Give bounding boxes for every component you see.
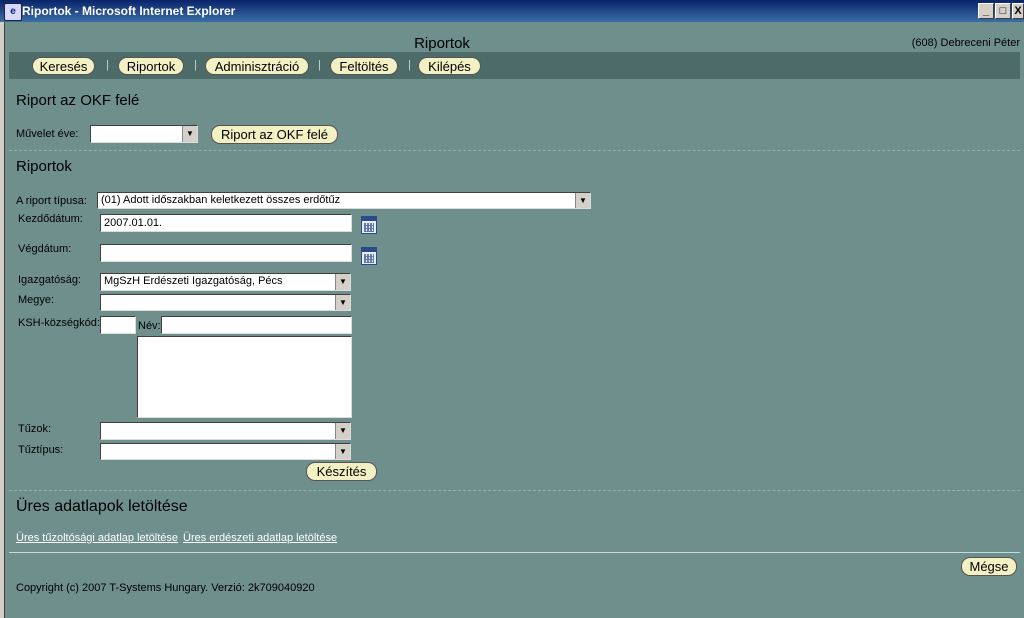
directorate-label: Igazgatóság: — [18, 274, 81, 286]
chevron-down-icon: ▼ — [335, 295, 350, 310]
chevron-down-icon: ▼ — [335, 274, 350, 290]
okf-report-button[interactable]: Riport az OKF felé — [211, 125, 338, 144]
ksh-label: KSH-községkód: — [18, 317, 100, 329]
minimize-button[interactable]: _ — [978, 3, 994, 19]
chevron-down-icon: ▼ — [335, 444, 350, 459]
fire-type-select[interactable]: ▼ — [100, 443, 351, 460]
nav-separator: | — [318, 59, 321, 71]
chevron-down-icon: ▼ — [335, 423, 350, 439]
directorate-value: MgSzH Erdészeti Igazgatóság, Pécs — [104, 275, 283, 287]
window-title-bar: e Riportok - Microsoft Internet Explorer… — [0, 0, 1024, 22]
county-select[interactable]: ▼ — [100, 294, 351, 311]
end-date-label: Végdátum: — [18, 243, 72, 255]
ie-icon: e — [4, 3, 22, 21]
county-label: Megye: — [18, 294, 55, 306]
fire-cause-select[interactable]: ▼ — [100, 422, 351, 440]
end-date-input[interactable] — [100, 244, 352, 262]
nav-kereses[interactable]: Keresés — [32, 57, 95, 75]
nav-separator: | — [408, 59, 411, 71]
calendar-icon[interactable] — [361, 247, 377, 265]
nav-separator: | — [194, 59, 197, 71]
divider — [9, 150, 1020, 151]
copyright: Copyright (c) 2007 T-Systems Hungary. Ve… — [16, 582, 315, 594]
blank-forms-heading: Üres adatlapok letöltése — [16, 498, 188, 515]
chevron-down-icon: ▼ — [575, 193, 590, 208]
chevron-down-icon: ▼ — [182, 126, 197, 142]
divider — [9, 552, 1020, 553]
fire-type-label: Tűztípus: — [18, 444, 64, 456]
report-type-select[interactable]: (01) Adott időszakban keletkezett összes… — [97, 192, 591, 209]
nav-riportok[interactable]: Riportok — [118, 57, 184, 75]
ksh-code-input[interactable] — [100, 316, 136, 334]
directorate-select[interactable]: MgSzH Erdészeti Igazgatóság, Pécs ▼ — [100, 273, 351, 291]
year-label: Művelet éve: — [16, 128, 79, 140]
report-type-value: (01) Adott időszakban keletkezett összes… — [101, 194, 341, 206]
fire-cause-label: Tűzok: — [18, 423, 52, 435]
start-date-input[interactable]: 2007.01.01. — [100, 214, 352, 232]
close-button[interactable]: X — [1012, 3, 1024, 19]
blank-fire-form-link[interactable]: Üres tűzoltósági adatlap letöltése — [16, 532, 178, 544]
okf-heading: Riport az OKF felé — [16, 92, 140, 109]
make-report-button[interactable]: Készítés — [306, 462, 377, 481]
settlement-list[interactable] — [137, 336, 352, 418]
user-info: (608) Debreceni Péter — [911, 37, 1020, 49]
name-input[interactable] — [161, 316, 352, 334]
divider — [9, 490, 1020, 491]
calendar-icon[interactable] — [361, 216, 377, 234]
start-date-label: Kezdődátum: — [18, 213, 83, 225]
window-title: Riportok - Microsoft Internet Explorer — [22, 4, 236, 18]
blank-forestry-form-link[interactable]: Üres erdészeti adatlap letöltése — [183, 532, 337, 544]
nav-kilepes[interactable]: Kilépés — [418, 57, 481, 75]
nav-adminisztracio[interactable]: Adminisztráció — [205, 57, 309, 75]
year-select[interactable]: ▼ — [90, 125, 198, 143]
cancel-button[interactable]: Mégse — [961, 557, 1017, 576]
maximize-button[interactable]: □ — [995, 3, 1011, 19]
page-title: Riportok — [414, 35, 470, 52]
nav-separator: | — [106, 59, 109, 71]
report-type-label: A riport típusa: — [16, 195, 87, 207]
name-label: Név: — [138, 320, 161, 332]
nav-feltoltes[interactable]: Feltöltés — [330, 57, 398, 75]
reports-heading: Riportok — [16, 158, 72, 175]
